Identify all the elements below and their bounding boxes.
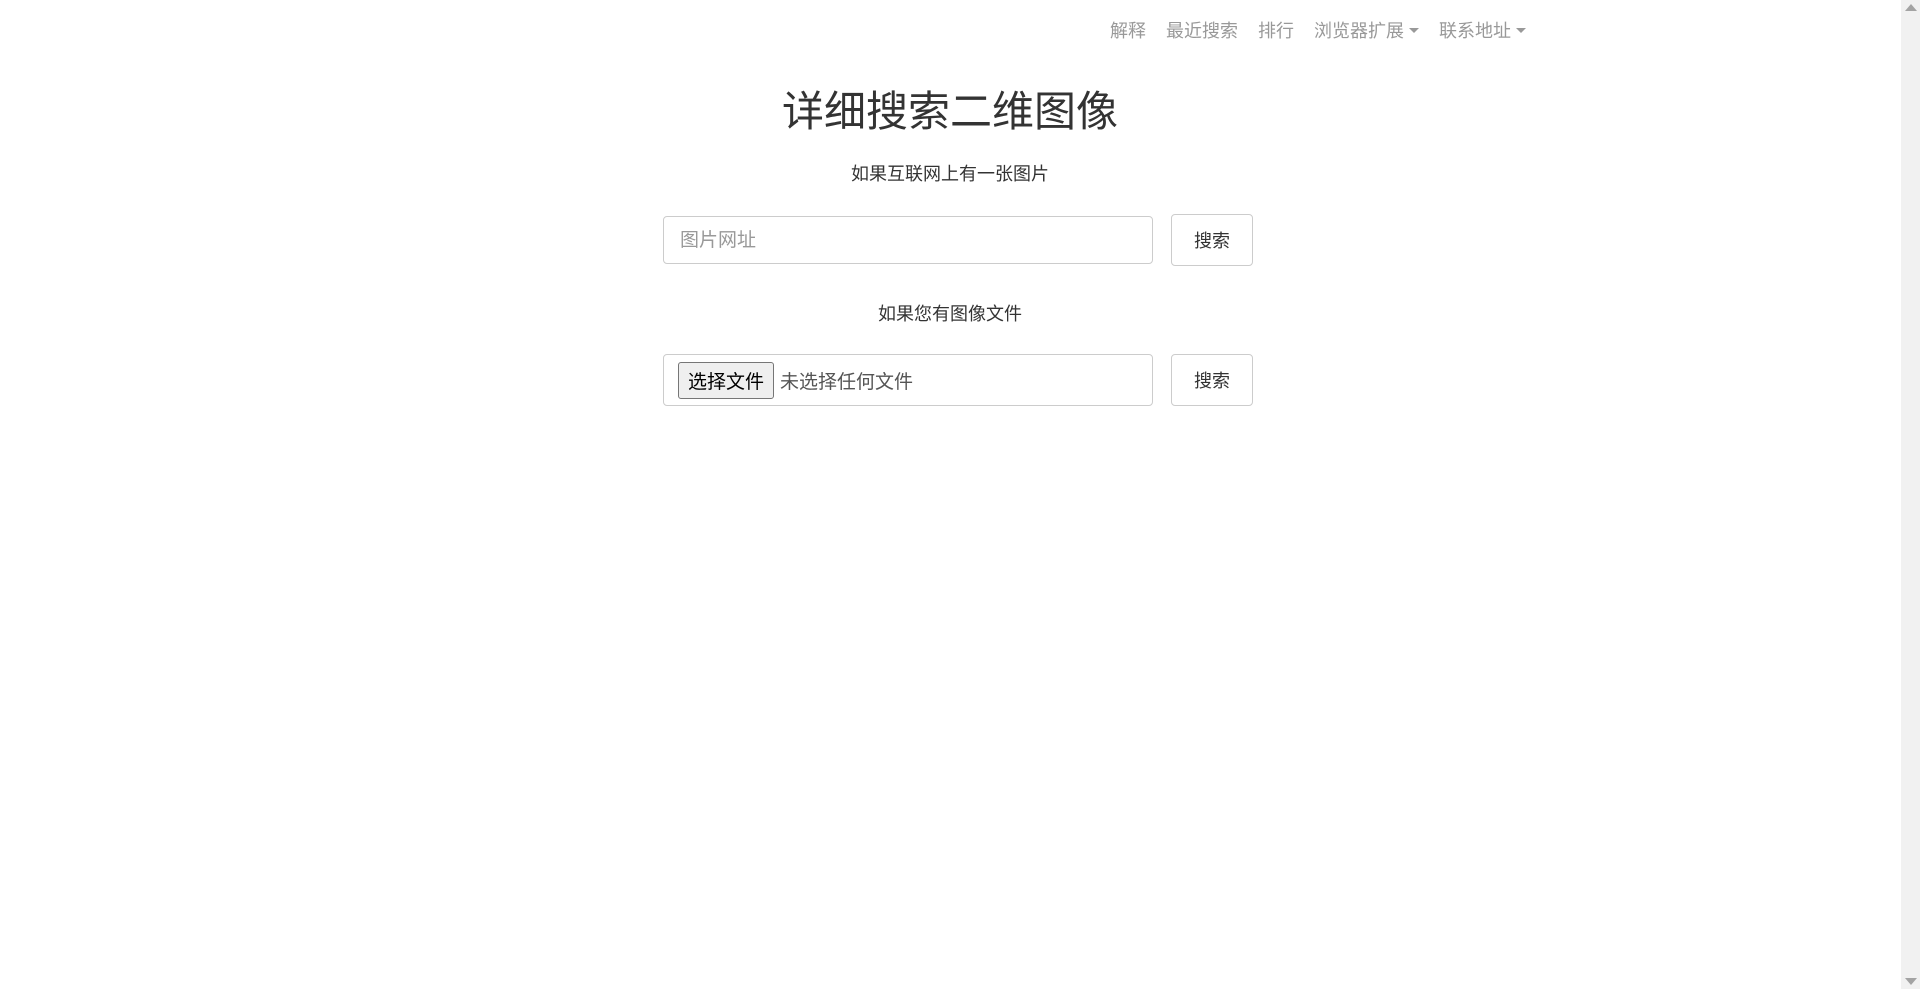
nav-contact-label: 联系地址 [1439,21,1511,42]
file-status-text: 未选择任何文件 [780,370,914,393]
scroll-down-arrow-icon[interactable] [1905,978,1917,985]
nav-browser-extension-label: 浏览器扩展 [1314,21,1404,42]
scroll-up-arrow-icon[interactable] [1905,4,1917,11]
url-input-wrapper [663,216,1153,264]
file-section-label: 如果您有图像文件 [878,304,1022,325]
vertical-scrollbar[interactable] [1901,0,1920,989]
nav-browser-extension-dropdown[interactable]: 浏览器扩展 [1304,17,1429,43]
file-search-button[interactable]: 搜索 [1171,354,1253,406]
nav-ranking[interactable]: 排行 [1248,17,1304,43]
url-search-row: 搜索 [663,214,1253,266]
choose-file-button[interactable]: 选择文件 [678,361,775,399]
top-nav: 解释 最近搜索 排行 浏览器扩展 联系地址 [1100,0,1536,60]
caret-down-icon [1409,27,1419,33]
url-search-button[interactable]: 搜索 [1171,214,1253,266]
page-title: 详细搜索二维图像 [781,87,1118,136]
image-url-input[interactable] [678,228,1138,252]
url-section-label: 如果互联网上有一张图片 [851,164,1049,185]
caret-down-icon [1516,27,1526,33]
page: 解释 最近搜索 排行 浏览器扩展 联系地址 详细搜索二维图像 如果互联网上有一张… [0,0,1920,989]
file-input-wrapper: 选择文件 未选择任何文件 [663,354,1153,406]
file-search-row: 选择文件 未选择任何文件 搜索 [663,354,1253,406]
nav-explain[interactable]: 解释 [1100,17,1156,43]
nav-recent-search[interactable]: 最近搜索 [1156,17,1248,43]
nav-contact-dropdown[interactable]: 联系地址 [1429,17,1536,43]
